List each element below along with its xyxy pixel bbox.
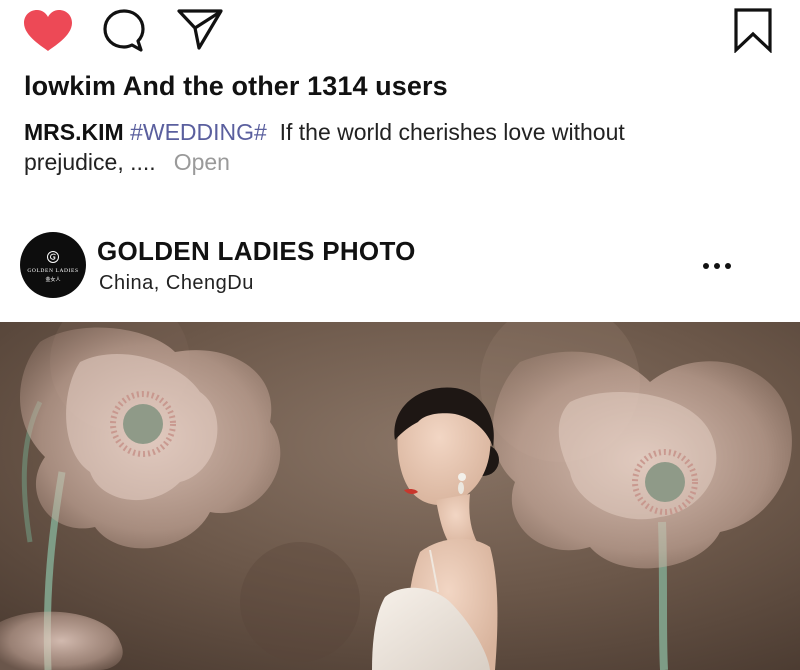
post-photo-illustration xyxy=(0,322,800,670)
post-location[interactable]: China, ChengDu xyxy=(99,272,254,295)
heart-filled-icon[interactable] xyxy=(22,9,74,53)
caption-more-link[interactable]: Open xyxy=(174,149,230,175)
action-bar xyxy=(0,0,800,62)
account-name[interactable]: GOLDEN LADIES PHOTO xyxy=(97,236,416,267)
avatar[interactable]: GOLDEN LADIES 金女人 xyxy=(20,232,86,298)
avatar-brand-cn: 金女人 xyxy=(45,277,61,283)
paper-plane-icon[interactable] xyxy=(176,7,224,51)
comment-bubble-icon[interactable] xyxy=(101,8,147,54)
post-caption: MRS.KIM #WEDDING# If the world cherishes… xyxy=(24,117,724,177)
caption-author[interactable]: MRS.KIM xyxy=(24,119,124,145)
post-photo[interactable] xyxy=(0,322,800,670)
likes-count[interactable]: lowkim And the other 1314 users xyxy=(24,71,448,102)
brand-monogram-icon xyxy=(47,251,59,263)
caption-hashtag[interactable]: #WEDDING# xyxy=(130,119,267,145)
bookmark-icon[interactable] xyxy=(733,7,773,53)
post-view: lowkim And the other 1314 users MRS.KIM … xyxy=(0,0,800,670)
avatar-brand-text: GOLDEN LADIES xyxy=(27,268,79,274)
more-horizontal-icon[interactable] xyxy=(700,256,734,276)
post-header: GOLDEN LADIES 金女人 GOLDEN LADIES PHOTO Ch… xyxy=(0,228,800,304)
